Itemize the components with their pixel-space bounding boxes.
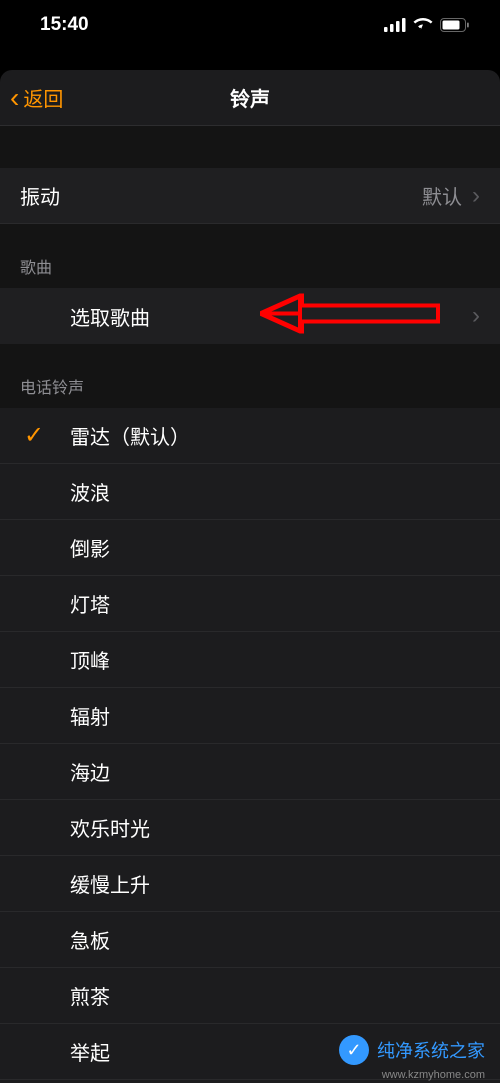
ringtone-item[interactable]: 波浪	[0, 464, 500, 520]
ringtone-item[interactable]: 灯塔	[0, 576, 500, 632]
back-button[interactable]: ‹ 返回	[10, 83, 63, 112]
watermark: ✓ 纯净系统之家	[339, 1035, 485, 1065]
ringtone-label: 波浪	[70, 477, 110, 506]
status-time: 15:40	[40, 14, 89, 36]
ringtone-item[interactable]: 顶峰	[0, 632, 500, 688]
settings-sheet: ‹ 返回 铃声 振动 默认 › 歌曲 选取歌曲 › 电话铃声	[0, 70, 500, 1083]
ringtone-label: 急板	[70, 925, 110, 954]
ringtone-label: 欢乐时光	[70, 813, 150, 842]
ringtone-item[interactable]: 煎茶	[0, 968, 500, 1024]
watermark-logo-icon: ✓	[339, 1035, 369, 1065]
ringtone-label: 缓慢上升	[70, 869, 150, 898]
back-label: 返回	[23, 83, 63, 112]
ringtone-label: 灯塔	[70, 589, 110, 618]
chevron-left-icon: ‹	[10, 84, 19, 112]
ringtone-item[interactable]: 海边	[0, 744, 500, 800]
wifi-icon	[413, 18, 433, 32]
vibration-row[interactable]: 振动 默认 ›	[0, 168, 500, 224]
annotation-arrow-icon	[260, 294, 440, 339]
ringtone-label: 辐射	[70, 701, 110, 730]
ringtone-item[interactable]: 缓慢上升	[0, 856, 500, 912]
ringtone-item[interactable]: ✓ 雷达（默认）	[0, 408, 500, 464]
content: 振动 默认 › 歌曲 选取歌曲 › 电话铃声 ✓ 雷达（默认）	[0, 126, 500, 1083]
vibration-value: 默认 ›	[422, 181, 480, 210]
spacer	[0, 126, 500, 168]
ringtone-list: ✓ 雷达（默认） 波浪 倒影 灯塔 顶峰 辐射 海边 欢乐时光	[0, 408, 500, 1080]
watermark-url: www.kzmyhome.com	[382, 1069, 485, 1081]
ringtone-label: 煎茶	[70, 981, 110, 1010]
nav-bar: ‹ 返回 铃声	[0, 70, 500, 126]
ringtone-item[interactable]: 急板	[0, 912, 500, 968]
watermark-text: 纯净系统之家	[377, 1037, 485, 1063]
pick-song-row[interactable]: 选取歌曲 ›	[0, 288, 500, 344]
chevron-right-icon: ›	[472, 302, 480, 330]
signal-icon	[384, 18, 406, 32]
ringtone-label: 举起	[70, 1037, 110, 1066]
battery-icon	[440, 18, 470, 32]
ringtone-label: 顶峰	[70, 645, 110, 674]
vibration-label: 振动	[20, 181, 60, 210]
pick-song-label: 选取歌曲	[70, 302, 150, 331]
songs-section-header: 歌曲	[0, 224, 500, 288]
ringtone-label: 雷达（默认）	[70, 421, 190, 450]
ringtone-item[interactable]: 倒影	[0, 520, 500, 576]
ringtone-label: 倒影	[70, 533, 110, 562]
ringtone-item[interactable]: 欢乐时光	[0, 800, 500, 856]
chevron-right-icon: ›	[472, 182, 480, 210]
ringtone-item[interactable]: 辐射	[0, 688, 500, 744]
status-icons	[384, 18, 470, 32]
ringtones-section-header: 电话铃声	[0, 344, 500, 408]
checkmark-icon: ✓	[24, 421, 44, 450]
status-bar: 15:40	[0, 0, 500, 50]
ringtone-label: 海边	[70, 757, 110, 786]
page-title: 铃声	[0, 83, 500, 112]
